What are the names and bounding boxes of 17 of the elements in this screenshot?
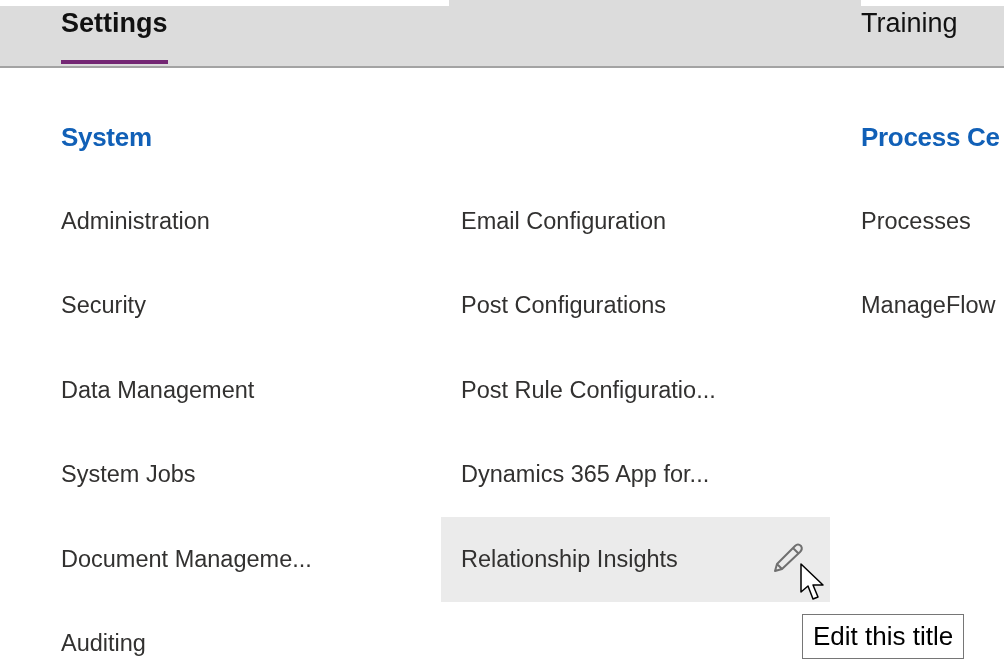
settings-link[interactable]: Processes: [841, 179, 1004, 264]
settings-link[interactable]: Data Management: [41, 348, 430, 433]
settings-link[interactable]: Email Configuration: [441, 179, 830, 264]
pencil-icon[interactable]: [771, 541, 805, 575]
settings-link[interactable]: Administration: [41, 179, 430, 264]
settings-link[interactable]: System Jobs: [41, 432, 430, 517]
settings-link[interactable]: Security: [41, 263, 430, 348]
settings-link[interactable]: Document Manageme...: [41, 517, 430, 602]
settings-link[interactable]: Post Configurations: [441, 263, 830, 348]
section-heading: Process Ce: [861, 120, 1001, 154]
settings-link[interactable]: Dynamics 365 App for...: [441, 432, 830, 517]
tooltip: Edit this title: [802, 614, 965, 659]
settings-link[interactable]: ManageFlow: [841, 263, 1004, 348]
settings-link[interactable]: Post Rule Configuratio...: [441, 348, 830, 433]
settings-link[interactable]: Auditing: [41, 601, 430, 669]
cursor-icon: [799, 562, 827, 602]
section-heading: System: [61, 120, 153, 154]
